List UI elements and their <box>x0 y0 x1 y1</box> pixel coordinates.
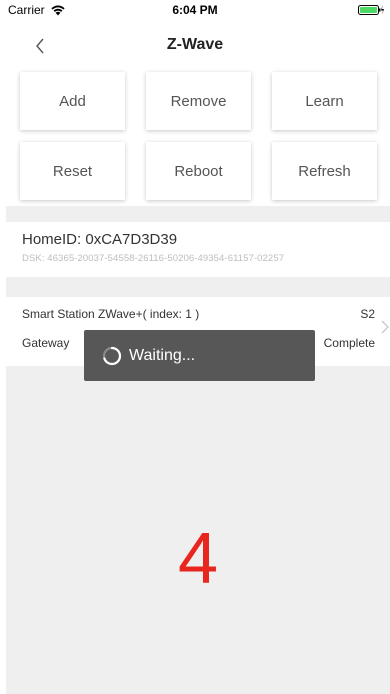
device-name: Smart Station ZWave+( index: 1 ) <box>22 307 200 321</box>
reset-button[interactable]: Reset <box>20 142 125 200</box>
status-bar-left: Carrier <box>8 3 66 17</box>
wifi-icon <box>51 5 65 16</box>
page-title: Z-Wave <box>166 36 224 53</box>
learn-button[interactable]: Learn <box>272 72 377 130</box>
navigation-bar: Z-Wave <box>0 28 390 64</box>
refresh-button[interactable]: Refresh <box>272 142 377 200</box>
action-button-grid: Add Remove Learn Reset Reboot Refresh <box>20 72 377 200</box>
reboot-button[interactable]: Reboot <box>146 142 251 200</box>
status-bar: Carrier 6:04 PM <box>0 0 390 20</box>
overlay-number: 4 <box>177 519 219 599</box>
home-id-label: HomeID: 0xCA7D3D39 <box>22 231 178 248</box>
add-button[interactable]: Add <box>20 72 125 130</box>
device-type: Gateway <box>22 336 70 350</box>
dsk-label: DSK: 46365-20037-54558-26116-50206-49354… <box>22 253 285 264</box>
chevron-right-icon <box>381 320 389 334</box>
back-button[interactable] <box>26 32 54 60</box>
remove-button[interactable]: Remove <box>146 72 251 130</box>
waiting-hud: Waiting... <box>84 330 315 381</box>
device-security-level: S2 <box>360 307 375 321</box>
section-divider <box>6 206 390 222</box>
section-divider <box>6 277 390 297</box>
battery-charging-icon <box>358 5 384 15</box>
carrier-label: Carrier <box>8 3 45 17</box>
spinner-icon <box>102 346 122 365</box>
device-status: Complete <box>323 336 375 350</box>
chevron-left-icon <box>36 38 44 54</box>
home-info-panel: HomeID: 0xCA7D3D39 DSK: 46365-20037-5455… <box>6 222 390 277</box>
hud-message: Waiting... <box>129 346 196 364</box>
status-bar-right <box>358 4 384 16</box>
